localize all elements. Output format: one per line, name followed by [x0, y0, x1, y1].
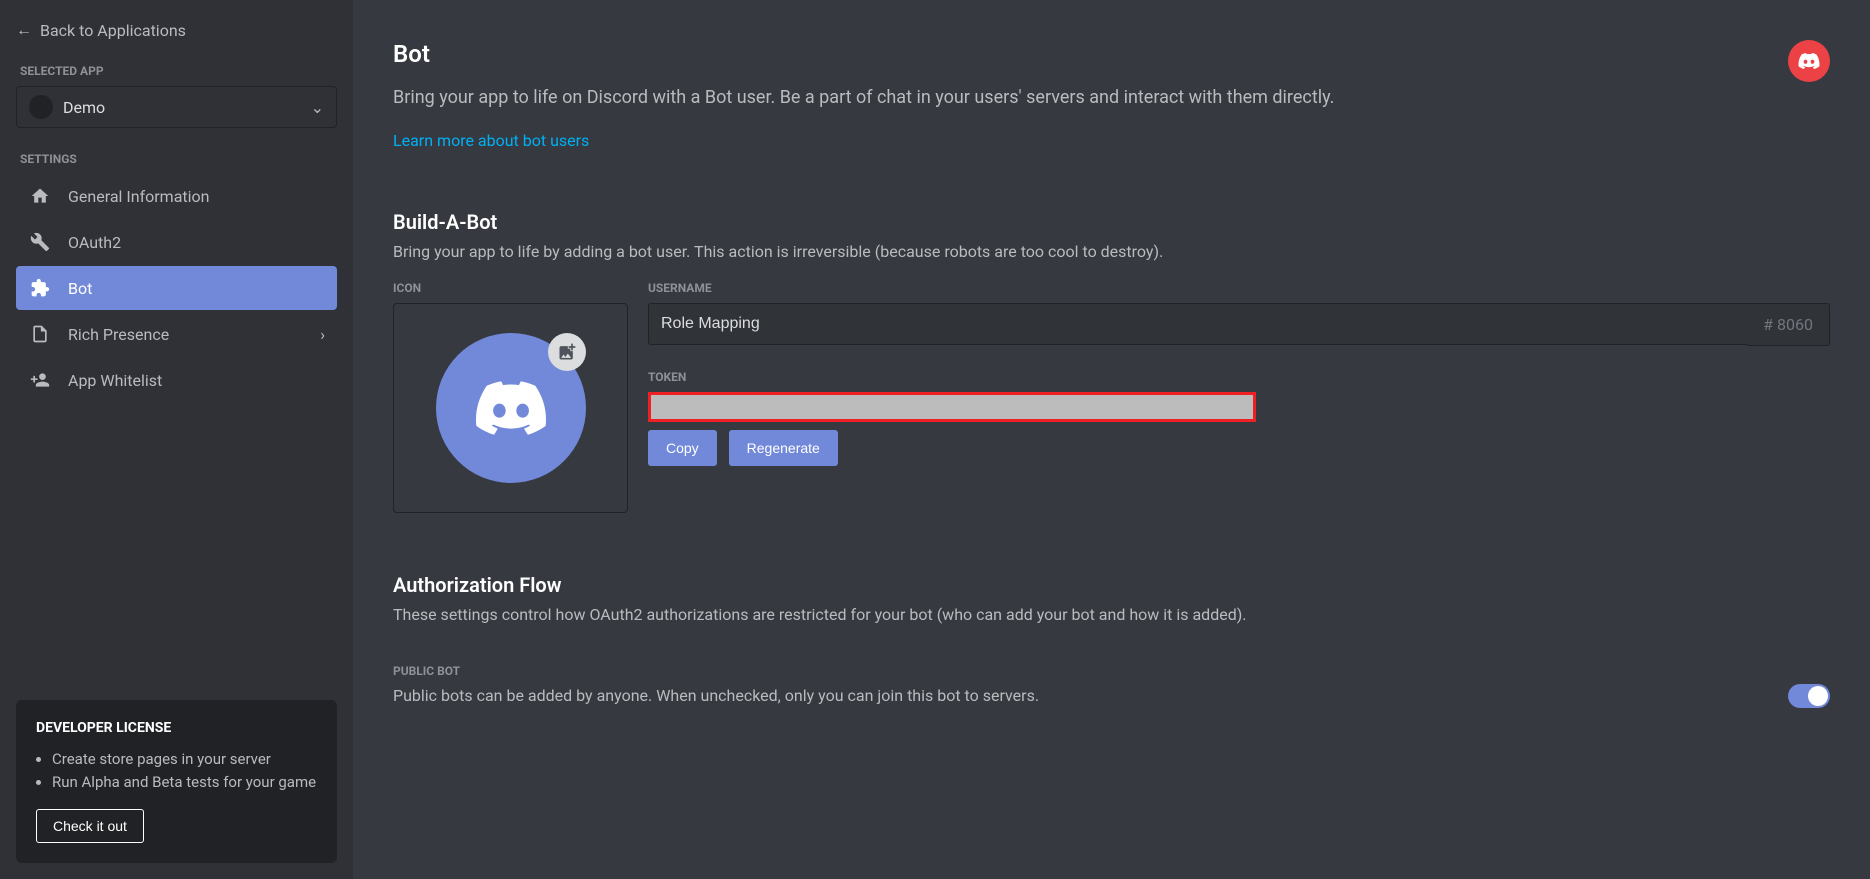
auth-flow-title: Authorization Flow: [393, 573, 1830, 597]
wrench-icon: [28, 230, 52, 254]
discord-icon: [1797, 49, 1821, 73]
regenerate-button[interactable]: Regenerate: [729, 430, 838, 466]
puzzle-icon: [28, 276, 52, 300]
username-input[interactable]: [648, 303, 1747, 345]
authorization-flow-section: Authorization Flow These settings contro…: [393, 573, 1830, 708]
back-to-applications-link[interactable]: ← Back to Applications: [16, 20, 337, 40]
check-it-out-button[interactable]: Check it out: [36, 809, 144, 843]
app-name: Demo: [63, 98, 301, 117]
learn-more-link[interactable]: Learn more about bot users: [393, 131, 589, 150]
chevron-down-icon: ⌄: [311, 98, 324, 117]
nav-general-information[interactable]: General Information: [16, 174, 337, 218]
build-title: Build-A-Bot: [393, 210, 1830, 234]
nav-app-whitelist[interactable]: App Whitelist: [16, 358, 337, 402]
icon-label: ICON: [393, 281, 628, 295]
back-link-label: Back to Applications: [40, 21, 186, 40]
public-bot-label: PUBLIC BOT: [393, 664, 1039, 678]
developer-license-card: DEVELOPER LICENSE Create store pages in …: [16, 700, 337, 863]
page-description: Bring your app to life on Discord with a…: [393, 84, 1830, 111]
page-title: Bot: [393, 40, 1830, 68]
public-bot-desc: Public bots can be added by anyone. When…: [393, 686, 1039, 705]
selected-app-label: SELECTED APP: [16, 64, 337, 78]
home-icon: [28, 184, 52, 208]
person-add-icon: [28, 368, 52, 392]
auth-flow-desc: These settings control how OAuth2 author…: [393, 605, 1830, 624]
hash-icon: #: [1763, 315, 1773, 334]
public-bot-toggle[interactable]: [1788, 684, 1830, 708]
copy-button[interactable]: Copy: [648, 430, 717, 466]
dev-license-bullet: Run Alpha and Beta tests for your game: [52, 771, 317, 794]
document-icon: [28, 322, 52, 346]
bot-avatar: [436, 333, 586, 483]
build-desc: Bring your app to life by adding a bot u…: [393, 242, 1830, 261]
discriminator: # 8060: [1747, 303, 1830, 346]
username-label: USERNAME: [648, 281, 1830, 295]
main-content: Bot Bring your app to life on Discord wi…: [353, 0, 1870, 879]
nav-label: Rich Presence: [68, 325, 169, 344]
nav-bot[interactable]: Bot: [16, 266, 337, 310]
discord-help-button[interactable]: [1788, 40, 1830, 82]
chevron-right-icon: ›: [320, 325, 325, 344]
arrow-left-icon: ←: [16, 20, 32, 40]
nav-oauth2[interactable]: OAuth2: [16, 220, 337, 264]
settings-label: SETTINGS: [16, 152, 337, 166]
nav-label: App Whitelist: [68, 371, 162, 390]
sidebar: ← Back to Applications SELECTED APP Demo…: [0, 0, 353, 879]
token-value-redacted: [648, 392, 1256, 422]
build-a-bot-section: Build-A-Bot Bring your app to life by ad…: [393, 210, 1830, 513]
dev-license-title: DEVELOPER LICENSE: [36, 720, 317, 736]
token-label: TOKEN: [648, 370, 1830, 384]
bot-icon-upload[interactable]: [393, 303, 628, 513]
discriminator-value: 8060: [1777, 315, 1813, 334]
nav-rich-presence[interactable]: Rich Presence ›: [16, 312, 337, 356]
nav-label: Bot: [68, 279, 92, 298]
discord-logo-icon: [471, 368, 551, 448]
app-avatar-icon: [29, 95, 53, 119]
dev-license-bullet: Create store pages in your server: [52, 748, 317, 771]
nav-label: OAuth2: [68, 233, 121, 252]
upload-image-icon: [548, 333, 586, 371]
toggle-knob: [1808, 686, 1828, 706]
app-selector[interactable]: Demo ⌄: [16, 86, 337, 128]
nav-label: General Information: [68, 187, 210, 206]
